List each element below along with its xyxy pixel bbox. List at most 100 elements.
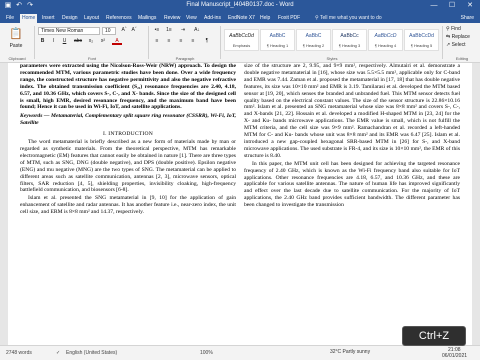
weather-status[interactable]: 32°C Partly sunny — [330, 349, 370, 355]
underline-button[interactable]: U — [60, 38, 69, 45]
ribbon-separator — [34, 26, 35, 59]
body-paragraph: In this paper, the MTM unit cell has bee… — [244, 160, 460, 209]
maximize-button[interactable]: ☐ — [446, 1, 458, 11]
keywords-text: Keywords — Metamaterial, Complementary s… — [20, 113, 236, 127]
style-name: ¶ Heading 2 — [302, 43, 325, 48]
body-paragraph: Islam et al. presented the SNG metamater… — [20, 195, 236, 216]
justify-button[interactable]: ≡ — [188, 38, 198, 45]
style-sample: AaBbC — [305, 33, 322, 39]
show-marks-button[interactable]: ¶ — [202, 38, 212, 45]
ribbon: 📋 Paste Clipboard Times New Roman 10 Aˆ … — [0, 23, 480, 63]
tab-view[interactable]: View — [184, 14, 199, 23]
font-color-button[interactable]: A — [112, 38, 122, 45]
paragraph-group: •≡ 1≡ ⇥ A↓ ≡ ≡ ≡ ≡ ¶ Paragraph — [152, 25, 218, 61]
minimize-button[interactable]: — — [428, 1, 440, 11]
paste-label: Paste — [9, 43, 23, 49]
style-heading-2[interactable]: AaBbC ¶ Heading 2 — [296, 29, 331, 51]
body-paragraph: The word metamaterial is briefly describ… — [20, 139, 236, 194]
style-name: ¶ Heading 3 — [338, 43, 361, 48]
tell-me-search[interactable]: ⚲ Tell me what you want to do — [315, 14, 382, 22]
body-paragraph: size of the structure are 2, 9.95, and 9… — [244, 63, 460, 159]
language-status[interactable]: English (United States) — [66, 350, 117, 356]
tab-foxit[interactable]: Foxit PDF — [276, 14, 302, 23]
subscript-button[interactable]: x₂ — [86, 38, 96, 45]
clock-date[interactable]: 06/01/2021 — [442, 353, 467, 359]
tab-file[interactable]: File — [4, 14, 16, 23]
shrink-font-icon[interactable]: Aˇ — [130, 27, 138, 34]
style-heading-3[interactable]: AaBbCc ¶ Heading 3 — [332, 29, 367, 51]
style-heading-5[interactable]: AaBbCcDd ¶ Heading 5 — [404, 29, 439, 51]
ribbon-separator — [220, 26, 221, 59]
ribbon-tabs: File Home Insert Design Layout Reference… — [0, 13, 480, 23]
styles-group: AaBbCcDd Emphasis AaBbC ¶ Heading 1 AaBb… — [224, 25, 440, 61]
styles-group-label: Styles — [326, 56, 338, 61]
font-group: Times New Roman 10 Aˆ Aˇ B I U abc x₂ x²… — [38, 25, 146, 61]
abstract-text: parameters were extracted using the Nico… — [20, 63, 236, 111]
numbering-icon[interactable]: 1≡ — [164, 27, 174, 34]
tab-endnote[interactable]: EndNote X7 — [226, 14, 257, 23]
tab-home[interactable]: Home — [20, 14, 38, 23]
sort-icon[interactable]: A↓ — [192, 27, 202, 34]
tab-review[interactable]: Review — [162, 14, 182, 23]
status-bar: 2748 words ✓ English (United States) 100… — [0, 345, 480, 360]
style-heading-4[interactable]: AaBbCcD ¶ Heading 4 — [368, 29, 403, 51]
style-sample: AaBbCcD — [374, 33, 397, 39]
proofing-icon[interactable]: ✓ — [56, 350, 60, 356]
style-sample: AaBbC — [269, 33, 286, 39]
grow-font-icon[interactable]: Aˆ — [120, 27, 128, 34]
tell-me-label: Tell me what you want to do — [319, 15, 382, 21]
font-group-label: Font — [87, 56, 96, 61]
tab-references[interactable]: References — [104, 14, 134, 23]
paste-icon[interactable]: 📋 — [6, 27, 26, 41]
editing-group-label: Editing — [455, 56, 469, 61]
tab-insert[interactable]: Insert — [40, 14, 57, 23]
ribbon-separator — [148, 26, 149, 59]
style-emphasis[interactable]: AaBbCcDd Emphasis — [224, 29, 259, 51]
find-label: Find — [451, 26, 461, 32]
section-heading: I. INTRODUCTION — [103, 131, 153, 138]
document-page[interactable]: parameters were extracted using the Nico… — [8, 63, 472, 345]
tab-design[interactable]: Design — [60, 14, 80, 23]
bold-button[interactable]: B — [38, 38, 47, 45]
keyboard-shortcut-overlay: Ctrl+Z — [402, 326, 466, 346]
right-column: size of the structure are 2, 9.95, and 9… — [244, 63, 460, 210]
indent-icon[interactable]: ⇥ — [178, 27, 188, 34]
italic-button[interactable]: I — [49, 38, 58, 45]
bullets-icon[interactable]: •≡ — [152, 27, 162, 34]
select-button[interactable]: ↗ Select — [446, 42, 478, 49]
style-name: ¶ Heading 1 — [266, 43, 289, 48]
style-name: ¶ Heading 4 — [374, 43, 397, 48]
strikethrough-button[interactable]: abc — [72, 38, 84, 45]
style-heading-1[interactable]: AaBbC ¶ Heading 1 — [260, 29, 295, 51]
tab-layout[interactable]: Layout — [82, 14, 101, 23]
style-name: Emphasis — [232, 43, 251, 48]
window-controls: — ☐ ✕ — [428, 1, 476, 11]
style-name: ¶ Heading 5 — [410, 43, 433, 48]
font-name-select[interactable]: Times New Roman — [38, 27, 100, 35]
align-right-button[interactable]: ≡ — [176, 38, 186, 45]
zoom-level[interactable]: 100% — [200, 350, 213, 356]
find-button[interactable]: ⚲ Find — [446, 26, 478, 33]
font-size-select[interactable]: 10 — [102, 27, 116, 35]
tab-addins[interactable]: Add-ins — [202, 14, 223, 23]
style-sample: AaBbCcDd — [409, 33, 434, 39]
tab-help[interactable]: Help — [258, 14, 272, 23]
title-bar: ▣ ↶ ↷ Final Manuscript_I404B0137.doc - W… — [0, 0, 480, 13]
replace-button[interactable]: ⇆ Replace — [446, 34, 478, 41]
editing-group: ⚲ Find ⇆ Replace ↗ Select Editing — [446, 25, 478, 61]
left-column: parameters were extracted using the Nico… — [20, 63, 236, 217]
style-sample: AaBbCcDd — [229, 33, 254, 39]
paragraph-group-label: Paragraph — [175, 56, 195, 61]
share-button[interactable]: Share — [461, 14, 474, 22]
style-sample: AaBbCc — [340, 33, 359, 39]
clipboard-group: 📋 Paste Clipboard — [2, 25, 32, 61]
select-label: Select — [451, 42, 466, 48]
tab-mailings[interactable]: Mailings — [136, 14, 158, 23]
align-center-button[interactable]: ≡ — [164, 38, 174, 45]
close-button[interactable]: ✕ — [464, 1, 476, 11]
replace-label: Replace — [451, 34, 470, 40]
superscript-button[interactable]: x² — [98, 38, 108, 45]
align-left-button[interactable]: ≡ — [152, 38, 162, 45]
document-canvas[interactable]: parameters were extracted using the Nico… — [0, 63, 480, 345]
word-count[interactable]: 2748 words — [6, 350, 32, 356]
